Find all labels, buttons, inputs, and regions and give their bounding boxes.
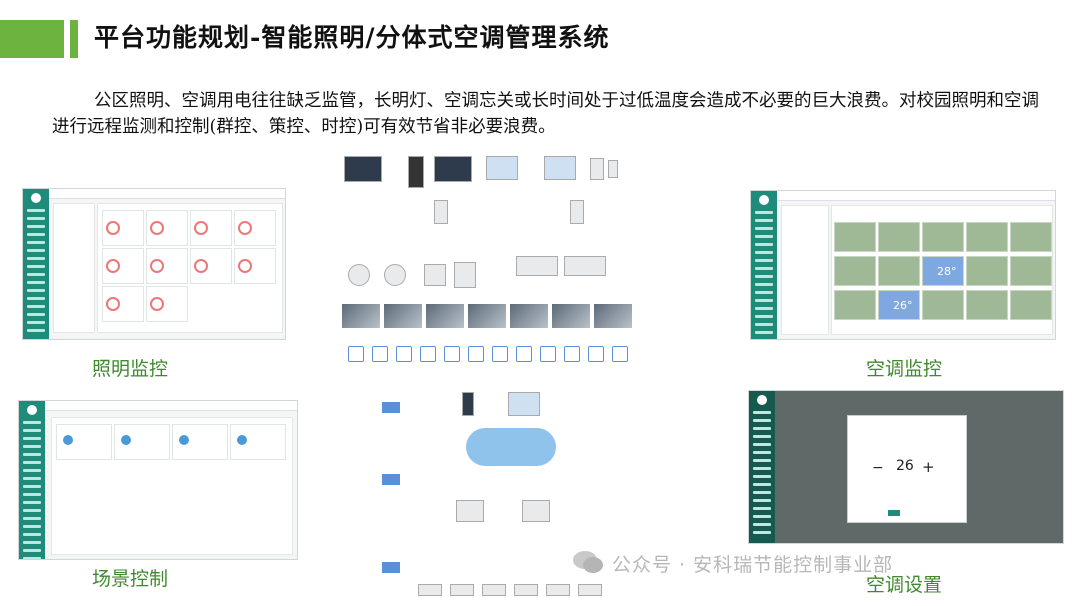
- monitor-icon: [544, 156, 576, 180]
- gateway-icon: [522, 500, 550, 522]
- gateway-icon: [434, 200, 448, 224]
- top-bar: [45, 401, 297, 411]
- confirm-button[interactable]: [888, 510, 900, 516]
- scene-photo: [510, 304, 548, 328]
- ac-unit-icon: [514, 584, 538, 596]
- scene-photo: [552, 304, 590, 328]
- title-accent-bar-thin: [70, 20, 78, 58]
- server-icon: [408, 156, 424, 188]
- controller-icon: [516, 256, 558, 276]
- scene-photo: [426, 304, 464, 328]
- ac-monitor-screenshot: 28° 26°: [750, 190, 1056, 340]
- function-icon: [516, 346, 532, 362]
- tablet-icon: [590, 158, 604, 180]
- top-bar: [49, 189, 285, 199]
- panel-icon: [424, 264, 446, 286]
- ac-unit-icon: [578, 584, 602, 596]
- scene-photo: [384, 304, 422, 328]
- function-icon: [372, 346, 388, 362]
- phone-icon: [462, 392, 474, 416]
- scene-grid: [51, 417, 293, 555]
- tree-panel: [781, 205, 829, 335]
- gateway-icon: [570, 200, 584, 224]
- tree-panel: [53, 203, 95, 333]
- ac-grid: 28° 26°: [831, 205, 1053, 335]
- phone-icon: [608, 160, 618, 178]
- page-title: 平台功能规划-智能照明/分体式空调管理系统: [94, 23, 610, 52]
- scene-photo: [342, 304, 380, 328]
- gateway-icon: [456, 500, 484, 522]
- sidebar: [751, 191, 777, 339]
- function-icon: [492, 346, 508, 362]
- scene-photo: [594, 304, 632, 328]
- layer-label-transport: [382, 474, 400, 485]
- layer-label-device: [382, 562, 400, 573]
- sidebar: [19, 401, 45, 559]
- caption-scene-control: 场景控制: [92, 568, 169, 590]
- function-icon: [396, 346, 412, 362]
- monitor-icon: [344, 156, 382, 182]
- lamp-icon: [384, 264, 406, 286]
- lamp-icon: [348, 264, 370, 286]
- monitor-icon: [486, 156, 518, 180]
- function-icon: [612, 346, 628, 362]
- function-icon: [420, 346, 436, 362]
- sidebar: [23, 189, 49, 339]
- temperature-readout: 26°: [893, 299, 913, 312]
- sidebar: [749, 391, 775, 543]
- watermark: 公众号 · 安科瑞节能控制事业部: [612, 554, 894, 576]
- lighting-monitor-screenshot: [22, 188, 286, 340]
- ac-unit-icon: [482, 584, 506, 596]
- scene-control-screenshot: [18, 400, 298, 560]
- ac-unit-icon: [450, 584, 474, 596]
- ac-unit-icon: [418, 584, 442, 596]
- ac-settings-screenshot: − 26 +: [748, 390, 1064, 544]
- function-icon: [540, 346, 556, 362]
- controller-icon: [564, 256, 606, 276]
- controller-icon: [454, 262, 476, 288]
- intro-paragraph: 公区照明、空调用电往往缺乏监管，长明灯、空调忘关或长时间处于过低温度会造成不必要…: [52, 91, 1039, 137]
- caption-ac-monitor: 空调监控: [866, 358, 943, 380]
- device-grid: [97, 203, 283, 333]
- caption-lighting-monitor: 照明监控: [92, 358, 169, 380]
- function-icon: [564, 346, 580, 362]
- wechat-icon: [573, 551, 603, 573]
- increase-button[interactable]: +: [922, 458, 935, 476]
- cloud-icon: [466, 428, 556, 466]
- scene-photo: [468, 304, 506, 328]
- top-bar: [777, 191, 1055, 201]
- ac-settings-dialog: − 26 +: [847, 415, 967, 523]
- function-icon: [468, 346, 484, 362]
- title-accent-bar: [0, 20, 64, 58]
- function-icon: [444, 346, 460, 362]
- monitor-icon: [434, 156, 472, 182]
- decrease-button[interactable]: −: [872, 460, 884, 476]
- setpoint-value: 26: [896, 458, 914, 474]
- function-icon: [348, 346, 364, 362]
- monitor-icon: [508, 392, 540, 416]
- temperature-readout: 28°: [937, 265, 957, 278]
- system-architecture-diagram: [338, 152, 638, 606]
- function-icon: [588, 346, 604, 362]
- layer-label-app: [382, 402, 400, 413]
- ac-unit-icon: [546, 584, 570, 596]
